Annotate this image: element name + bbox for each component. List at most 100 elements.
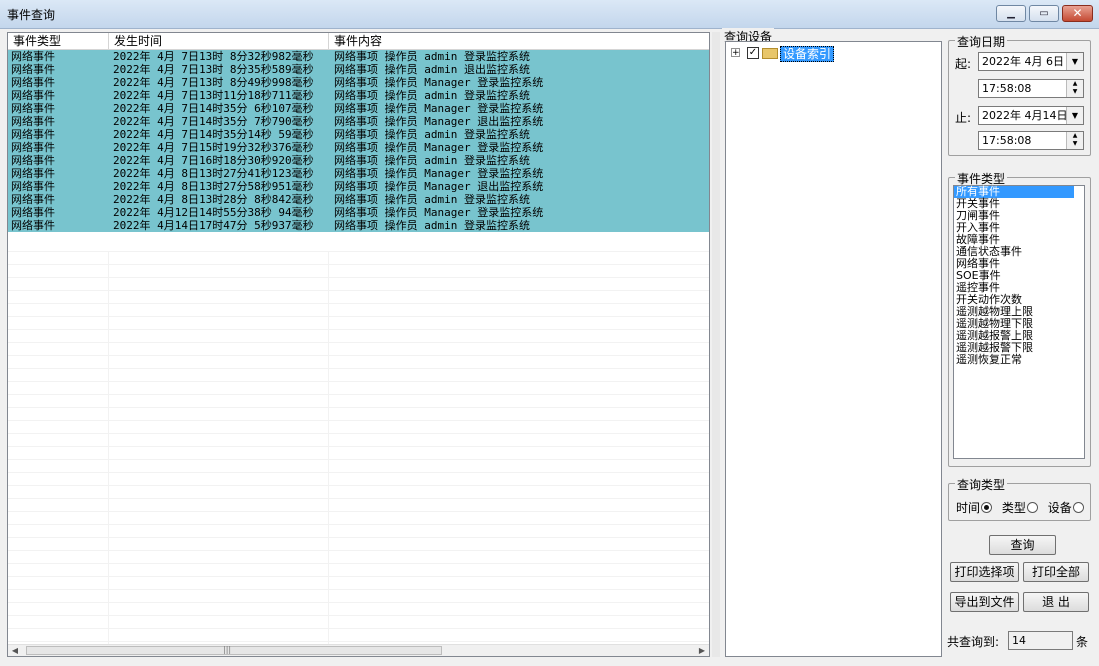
scroll-right-icon[interactable]: ▶ xyxy=(695,645,709,656)
cell-event-type: 网络事件 xyxy=(11,115,55,128)
table-row[interactable]: 网络事件 2022年 4月 7日15时19分32秒376毫秒 网络事项 操作员 Ma… xyxy=(8,141,709,154)
cell-content: 网络事项 操作员 Manager 退出监控系统 xyxy=(334,115,544,128)
table-row[interactable]: 网络事件 2022年 4月 7日13时 8分32秒982毫秒 网络事项 操作员 ad… xyxy=(8,50,709,63)
start-time-spinner[interactable]: 17:58:08 ▲ ▼ xyxy=(978,79,1084,98)
table-header: 事件类型 发生时间 事件内容 xyxy=(8,33,709,50)
close-button[interactable]: ✕ xyxy=(1062,5,1093,22)
cell-content: 网络事项 操作员 admin 登录监控系统 xyxy=(334,89,530,102)
column-header-content[interactable]: 事件内容 xyxy=(329,33,709,49)
count-field: 14 xyxy=(1008,631,1073,650)
table-row[interactable]: 网络事件 2022年 4月 7日14时35分 7秒790毫秒 网络事项 操作员 Ma… xyxy=(8,115,709,128)
table-row[interactable]: 网络事件 2022年 4月 7日16时18分30秒920毫秒 网络事项 操作员 ad… xyxy=(8,154,709,167)
chevron-down-icon[interactable]: ▼ xyxy=(1066,53,1083,70)
radio-type-label: 类型 xyxy=(1001,501,1026,515)
table-row[interactable]: 网络事件 2022年 4月 7日14时35分14秒 59毫秒 网络事项 操作员 ad… xyxy=(8,128,709,141)
close-icon: ✕ xyxy=(1072,6,1083,20)
minimize-button[interactable]: ▁ xyxy=(996,5,1026,22)
radio-icon[interactable] xyxy=(981,502,993,513)
scrollbar-thumb[interactable]: ||| xyxy=(26,645,442,655)
table-row[interactable]: 网络事件 2022年 4月 7日13时11分18秒711毫秒 网络事项 操作员 ad… xyxy=(8,89,709,102)
table-row[interactable]: 网络事件 2022年 4月14日17时47分 5秒937毫秒 网络事项 操作员 ad… xyxy=(8,219,709,232)
maximize-icon: ▭ xyxy=(1039,8,1049,19)
cell-event-type: 网络事件 xyxy=(11,128,55,141)
column-header-time[interactable]: 发生时间 xyxy=(109,33,329,49)
export-button[interactable]: 导出到文件 xyxy=(950,592,1019,612)
cell-event-type: 网络事件 xyxy=(11,219,55,232)
tree-node-device-index[interactable]: 设备索引 xyxy=(780,46,835,62)
table-row[interactable]: 网络事件 2022年 4月12日14时55分38秒 94毫秒 网络事项 操作员 Ma… xyxy=(8,206,709,219)
radio-device[interactable]: 设备 xyxy=(1048,501,1084,515)
cell-content: 网络事项 操作员 admin 登录监控系统 xyxy=(334,219,530,232)
radio-time[interactable]: 时间 xyxy=(956,501,993,515)
table-row[interactable]: 网络事件 2022年 4月 8日13时27分41秒123毫秒 网络事项 操作员 Ma… xyxy=(8,167,709,180)
exit-button[interactable]: 退 出 xyxy=(1023,592,1089,612)
query-type-legend: 查询类型 xyxy=(955,476,1008,493)
window-title: 事件查询 xyxy=(7,8,56,22)
radio-time-label: 时间 xyxy=(956,501,981,515)
table-body: 网络事件 2022年 4月 7日13时 8分32秒982毫秒 网络事项 操作员 ad… xyxy=(8,50,709,232)
query-type-options: 时间 类型 设备 xyxy=(956,499,1084,516)
cell-event-type: 网络事件 xyxy=(11,180,55,193)
cell-content: 网络事项 操作员 Manager 退出监控系统 xyxy=(334,180,544,193)
cell-time: 2022年 4月 7日15时19分32秒376毫秒 xyxy=(113,141,314,154)
cell-time: 2022年 4月12日14时55分38秒 94毫秒 xyxy=(113,206,314,219)
cell-time: 2022年 4月 7日14时35分14秒 59毫秒 xyxy=(113,128,314,141)
cell-time: 2022年 4月 7日16时18分30秒920毫秒 xyxy=(113,154,314,167)
cell-time: 2022年 4月14日17时47分 5秒937毫秒 xyxy=(113,219,314,232)
table-row[interactable]: 网络事件 2022年 4月 7日13时 8分49秒998毫秒 网络事项 操作员 Ma… xyxy=(8,76,709,89)
cell-time: 2022年 4月 7日13时 8分49秒998毫秒 xyxy=(113,76,314,89)
minimize-icon: ▁ xyxy=(1007,8,1015,19)
print-all-button[interactable]: 打印全部 xyxy=(1023,562,1089,582)
end-time-value: 17:58:08 xyxy=(982,134,1032,147)
start-date-value: 2022年 4月 6日 xyxy=(982,55,1064,68)
cell-content: 网络事项 操作员 admin 登录监控系统 xyxy=(334,50,530,63)
query-button[interactable]: 查询 xyxy=(989,535,1056,555)
start-time-value: 17:58:08 xyxy=(982,82,1032,95)
print-selected-button[interactable]: 打印选择项 xyxy=(950,562,1019,582)
cell-event-type: 网络事件 xyxy=(11,141,55,154)
device-tree[interactable]: + ✓ 设备索引 xyxy=(725,41,942,657)
horizontal-scrollbar[interactable]: ◀ ||| ▶ xyxy=(8,644,709,656)
start-label: 起: xyxy=(955,57,972,71)
cell-event-type: 网络事件 xyxy=(11,167,55,180)
start-date-picker[interactable]: 2022年 4月 6日 ▼ xyxy=(978,52,1084,71)
table-empty-area xyxy=(8,251,709,651)
cell-time: 2022年 4月 8日13时28分 8秒842毫秒 xyxy=(113,193,314,206)
radio-icon[interactable] xyxy=(1026,502,1038,513)
end-date-value: 2022年 4月14日 xyxy=(982,109,1068,122)
cell-content: 网络事项 操作员 Manager 登录监控系统 xyxy=(334,167,544,180)
splitter[interactable] xyxy=(712,32,720,657)
table-row[interactable]: 网络事件 2022年 4月 7日13时 8分35秒589毫秒 网络事项 操作员 ad… xyxy=(8,63,709,76)
cell-event-type: 网络事件 xyxy=(11,154,55,167)
end-time-spinner[interactable]: 17:58:08 ▲ ▼ xyxy=(978,131,1084,150)
scroll-left-icon[interactable]: ◀ xyxy=(8,645,22,656)
table-row[interactable]: 网络事件 2022年 4月 7日14时35分 6秒107毫秒 网络事项 操作员 Ma… xyxy=(8,102,709,115)
cell-time: 2022年 4月 7日13时11分18秒711毫秒 xyxy=(113,89,314,102)
cell-time: 2022年 4月 7日13时 8分32秒982毫秒 xyxy=(113,50,314,63)
cell-content: 网络事项 操作员 admin 登录监控系统 xyxy=(334,193,530,206)
expand-icon[interactable]: + xyxy=(731,48,740,58)
table-row[interactable]: 网络事件 2022年 4月 8日13时28分 8秒842毫秒 网络事项 操作员 ad… xyxy=(8,193,709,206)
cell-content: 网络事项 操作员 Manager 登录监控系统 xyxy=(334,206,544,219)
cell-event-type: 网络事件 xyxy=(11,206,55,219)
cell-content: 网络事项 操作员 admin 登录监控系统 xyxy=(334,128,530,141)
cell-time: 2022年 4月 7日14时35分 7秒790毫秒 xyxy=(113,115,314,128)
radio-icon[interactable] xyxy=(1072,502,1084,513)
radio-type[interactable]: 类型 xyxy=(1002,501,1038,515)
cell-time: 2022年 4月 8日13时27分58秒951毫秒 xyxy=(113,180,314,193)
cell-content: 网络事项 操作员 admin 退出监控系统 xyxy=(334,63,530,76)
column-header-type[interactable]: 事件类型 xyxy=(8,33,109,49)
event-table[interactable]: 事件类型 发生时间 事件内容 网络事件 2022年 4月 7日13时 8分32秒9… xyxy=(7,32,710,657)
chevron-down-icon[interactable]: ▼ xyxy=(1066,107,1083,124)
count-unit: 条 xyxy=(1076,635,1089,649)
event-type-list[interactable]: 所有事件 开关事件 刀闸事件 开入事件 故障事件 通信状态事件 网络事件 SOE事件 遥控事件开… xyxy=(953,185,1085,459)
radio-device-label: 设备 xyxy=(1047,501,1072,515)
spin-icon[interactable]: ▲ ▼ xyxy=(1066,132,1083,149)
end-date-picker[interactable]: 2022年 4月14日 ▼ xyxy=(978,106,1084,125)
list-item[interactable]: 遥测恢复正常 xyxy=(954,354,1084,366)
spin-icon[interactable]: ▲ ▼ xyxy=(1066,80,1083,97)
table-row[interactable]: 网络事件 2022年 4月 8日13时27分58秒951毫秒 网络事项 操作员 Ma… xyxy=(8,180,709,193)
cell-content: 网络事项 操作员 Manager 登录监控系统 xyxy=(334,141,544,154)
device-checkbox[interactable]: ✓ xyxy=(747,47,759,59)
maximize-button[interactable]: ▭ xyxy=(1029,5,1059,22)
